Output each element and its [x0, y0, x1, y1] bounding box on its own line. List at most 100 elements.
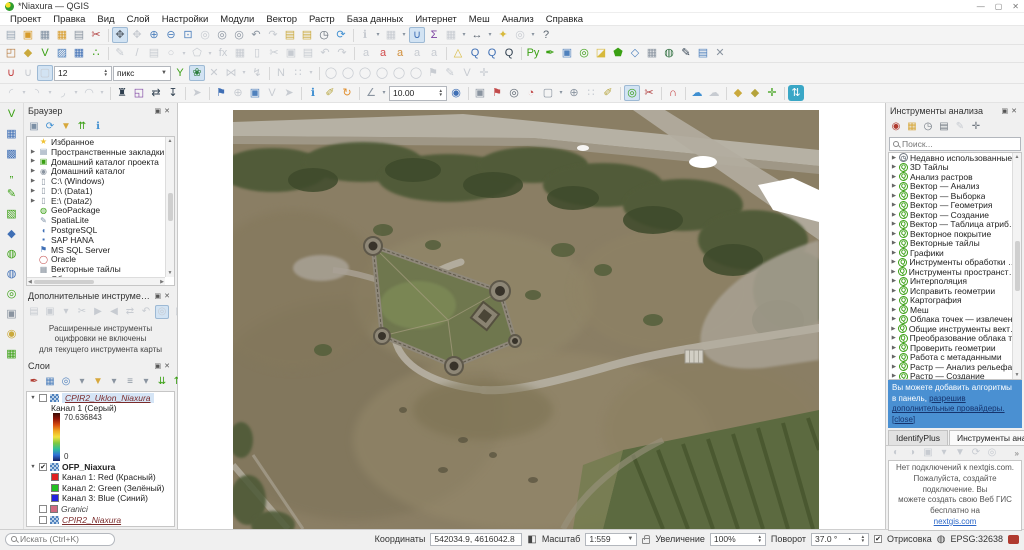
layer-name[interactable]: CPIR2_Uklon_Niaxura	[62, 393, 154, 403]
toolbar-button[interactable]	[443, 46, 449, 62]
toolbar-button[interactable]	[206, 85, 212, 101]
layers-toolbar-button[interactable]: ▼	[91, 375, 105, 389]
toolbar-button[interactable]: ∴	[88, 46, 104, 62]
toolbar-button[interactable]: ▦	[383, 27, 399, 43]
toolbar-button[interactable]: ⊕	[566, 85, 582, 101]
close-button[interactable]: ✕	[1012, 2, 1019, 11]
processing-toolbar-button[interactable]: ✎	[953, 120, 967, 134]
add-layer-button[interactable]: ◉	[4, 326, 20, 342]
toolbar-button[interactable]	[723, 85, 729, 101]
algorithm-group[interactable]: ▶ Q Исправить геометрии	[889, 286, 1021, 296]
browser-toolbar-button[interactable]: ▣	[27, 120, 41, 134]
digitize-toolbar-button[interactable]: ▶	[91, 305, 105, 319]
toolbar-button[interactable]: ▤	[300, 46, 316, 62]
toolbar-button[interactable]: ℹ	[305, 85, 321, 101]
expander-icon[interactable]: ▶	[891, 307, 897, 313]
expander-icon[interactable]: ▶	[891, 212, 897, 218]
layers-toolbar-button[interactable]: ▾	[107, 375, 121, 389]
toolbar-button[interactable]: ◱	[131, 85, 147, 101]
nextgis-toolbar-button[interactable]: ◑	[905, 446, 919, 460]
toolbar-button[interactable]: ◜	[3, 85, 19, 101]
toolbar-button[interactable]	[350, 27, 356, 43]
toolbar-button[interactable]: ☁	[689, 85, 705, 101]
toolbar-button[interactable]: ▾	[307, 65, 315, 81]
layer-name[interactable]: OFP_Niaxura	[62, 462, 115, 472]
add-layer-button[interactable]: ◎	[4, 286, 20, 302]
digitize-toolbar-button[interactable]: ▾	[59, 305, 73, 319]
expander-icon[interactable]: ▶	[891, 202, 897, 208]
float-panel-icon[interactable]: ▣	[155, 363, 165, 370]
map-canvas[interactable]	[178, 103, 885, 529]
menu-item[interactable]: Слой	[121, 14, 156, 25]
add-layer-button[interactable]: ✎	[4, 186, 20, 202]
algorithm-group[interactable]: ▶ Q Анализ растров	[889, 172, 1021, 182]
toolbar-button[interactable]: ⇄	[148, 85, 164, 101]
toolbar-button[interactable]: ▢	[37, 65, 53, 81]
browser-item[interactable]: ◍ GeoPackage	[27, 206, 174, 216]
expander-icon[interactable]: ▶	[891, 354, 897, 360]
toolbar-button[interactable]: ☁	[706, 85, 722, 101]
layers-toolbar-button[interactable]: ▾	[139, 375, 153, 389]
toolbar-button[interactable]: Py	[525, 46, 541, 62]
expander-icon[interactable]: ▶	[891, 183, 897, 189]
toolbar-overflow-icon[interactable]: »	[1015, 449, 1021, 458]
toolbar-button[interactable]: ◯	[408, 65, 424, 81]
expander-icon[interactable]: ▶	[891, 364, 897, 370]
toolbar-button[interactable]: ∪	[20, 65, 36, 81]
toolbar-button[interactable]: ◎	[197, 27, 213, 43]
processing-search-input[interactable]	[902, 139, 1017, 149]
toolbar-button[interactable]: ▤	[282, 27, 298, 43]
toolbar-button[interactable]: ▦	[71, 46, 87, 62]
expander-icon[interactable]: ▶	[891, 231, 897, 237]
toolbar-button[interactable]: ▦	[37, 27, 53, 43]
expander-icon[interactable]: ▶	[891, 240, 897, 246]
toolbar-button[interactable]: ⊖	[163, 27, 179, 43]
browser-hscrollbar[interactable]: ◀▶	[27, 277, 165, 285]
float-panel-icon[interactable]: ▣	[155, 108, 165, 115]
minimize-button[interactable]: —	[977, 2, 985, 11]
toolbar-button[interactable]: ⟳	[333, 27, 349, 43]
expander-icon[interactable]: ▼	[30, 395, 36, 401]
render-checkbox[interactable]	[874, 535, 882, 543]
locator-input[interactable]	[20, 534, 109, 544]
nextgis-toolbar-button[interactable]: ⟳	[969, 446, 983, 460]
add-layer-button[interactable]: ▣	[4, 306, 20, 322]
browser-item[interactable]: ◯ Oracle	[27, 255, 174, 265]
toolbar-button[interactable]: ✎	[678, 46, 694, 62]
scale-combobox[interactable]: 1:559▼	[585, 533, 637, 546]
toolbar-button[interactable]: ▾	[400, 27, 408, 43]
processing-toolbar-button[interactable]: ▦	[905, 120, 919, 134]
menu-item[interactable]: Справка	[540, 14, 589, 25]
spinner-arrows-icon[interactable]: ▲▼	[439, 89, 443, 98]
add-layer-button[interactable]: ▦	[4, 126, 20, 142]
expander-icon[interactable]: ▶	[891, 345, 897, 351]
extents-toggle-icon[interactable]: ◧	[527, 534, 536, 545]
algorithm-group[interactable]: ▶ Q Преобразование облака точек	[889, 334, 1021, 344]
toolbar-button[interactable]: ○	[163, 46, 179, 62]
expander-icon[interactable]: ▶	[30, 158, 36, 164]
expander-icon[interactable]: ▶	[891, 297, 897, 303]
expander-icon[interactable]: ▶	[891, 373, 897, 379]
toolbar-button[interactable]: ➤	[281, 85, 297, 101]
toolbar-button[interactable]: ∪	[409, 27, 425, 43]
algorithm-group[interactable]: ▶ Q Проверить геометрии	[889, 343, 1021, 353]
browser-item[interactable]: ⚑ MS SQL Server	[27, 245, 174, 255]
toolbar-button[interactable]	[682, 85, 688, 101]
spinner-arrows-icon[interactable]: ▲▼	[757, 535, 761, 544]
expander-icon[interactable]: ▶	[891, 221, 897, 227]
toolbar-button[interactable]: ◍	[661, 46, 677, 62]
snap-tolerance-spinbox[interactable]: 12 ▲▼	[54, 66, 112, 81]
digitize-toolbar-button[interactable]: ◀	[107, 305, 121, 319]
toolbar-button[interactable]: a	[392, 46, 408, 62]
layers-toolbar-button[interactable]: ⇊	[155, 375, 169, 389]
toolbar-button[interactable]	[298, 85, 304, 101]
expander-icon[interactable]: ▶	[891, 326, 896, 332]
nextgis-toolbar-button[interactable]: ◐	[889, 446, 903, 460]
toolbar-button[interactable]: ✕	[206, 65, 222, 81]
toolbar-button[interactable]	[107, 85, 113, 101]
toolbar-button[interactable]: ▾	[20, 85, 28, 101]
toolbar-button[interactable]: V	[459, 65, 475, 81]
browser-item[interactable]: ▶ ▣ Домашний каталог проекта	[27, 157, 174, 167]
layers-toolbar-button[interactable]: ≡	[123, 375, 137, 389]
nextgis-toolbar-button[interactable]: ◎	[985, 446, 999, 460]
